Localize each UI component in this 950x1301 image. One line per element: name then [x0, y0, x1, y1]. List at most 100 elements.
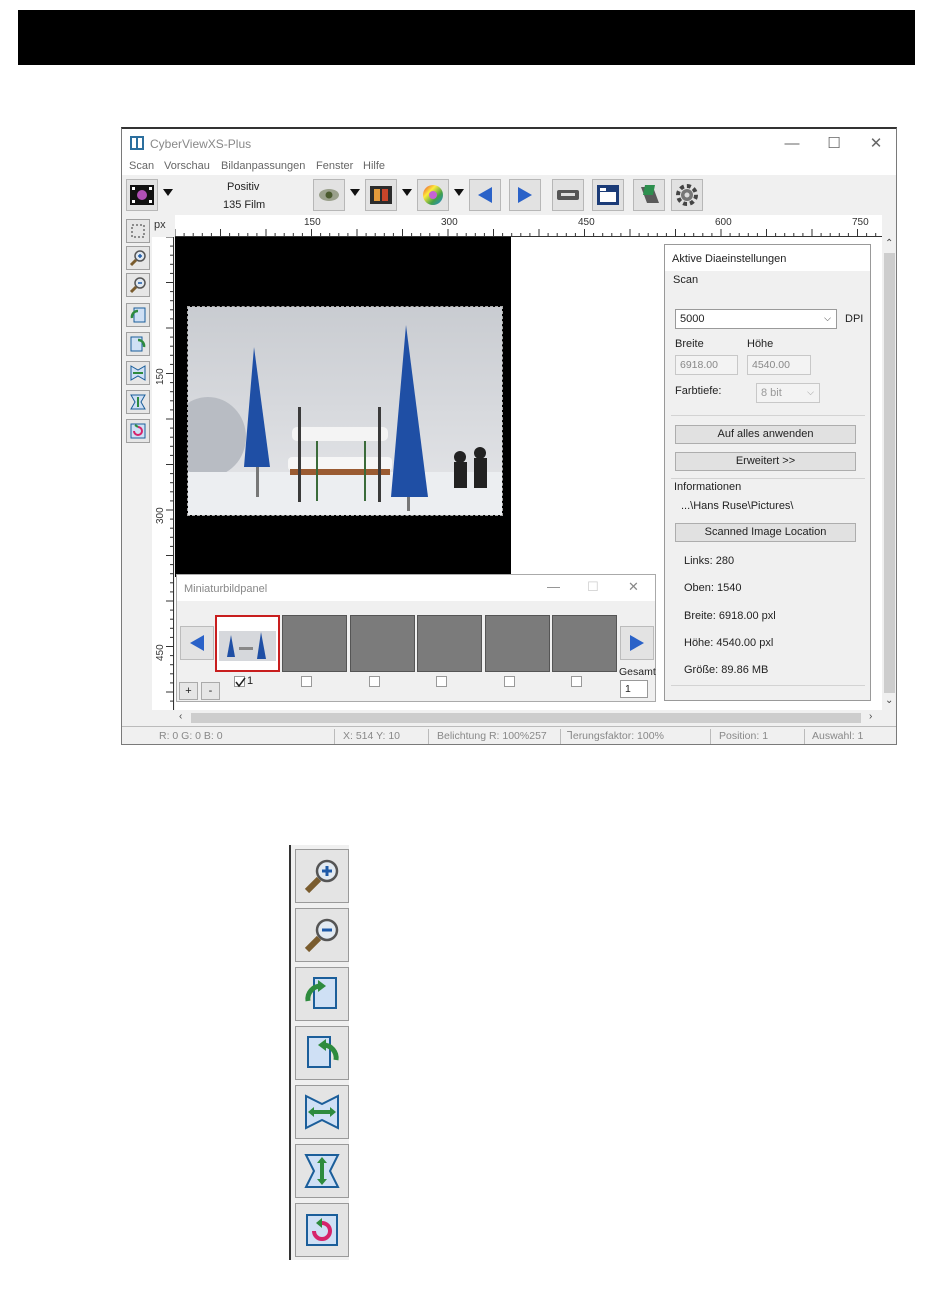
rotate-right-button-large[interactable]: [295, 1026, 349, 1080]
frame-1-number: 1: [247, 675, 254, 687]
horizontal-scroll-thumb[interactable]: [191, 713, 861, 723]
thumbnail-prev-button[interactable]: [180, 626, 214, 660]
zoom-in-button-large[interactable]: [295, 849, 349, 903]
information-section-label: Informationen: [674, 481, 742, 493]
vertical-ruler-ticks: [166, 237, 174, 702]
left-tool-column: [122, 215, 152, 735]
close-button[interactable]: ✕: [856, 133, 896, 155]
eject-button[interactable]: [552, 179, 584, 211]
zoom-out-button-large[interactable]: [295, 908, 349, 962]
panel-maximize-icon[interactable]: ☐: [587, 579, 599, 595]
total-label: Gesamt: [619, 666, 656, 678]
maximize-button[interactable]: ☐: [814, 133, 854, 155]
minimize-button[interactable]: —: [772, 133, 812, 155]
preview-button[interactable]: [313, 179, 345, 211]
height-field[interactable]: 4540.00: [747, 355, 811, 375]
app-window: CyberViewXS-Plus — ☐ ✕ Scan Vorschau Bil…: [121, 127, 897, 745]
width-label: Breite: [675, 338, 704, 350]
menu-fenster[interactable]: Fenster: [316, 160, 353, 172]
rotate-right-icon: [130, 336, 146, 352]
preview-image[interactable]: [187, 306, 503, 516]
scroll-left-icon[interactable]: ‹: [179, 711, 182, 722]
rotate-left-button-large[interactable]: [295, 967, 349, 1021]
horizontal-ruler-ticks: [175, 229, 877, 237]
selection-tool-button[interactable]: [126, 219, 150, 243]
arrow-right-icon: [630, 635, 644, 651]
film-strip-dropdown-icon[interactable]: [402, 189, 412, 196]
menu-hilfe[interactable]: Hilfe: [363, 160, 385, 172]
status-divider: [804, 729, 805, 744]
frame-2-checkbox[interactable]: [301, 676, 312, 687]
film-type-button[interactable]: [126, 179, 158, 211]
flip-horizontal-button[interactable]: [126, 361, 150, 385]
flip-horizontal-icon: [305, 1094, 339, 1130]
frame-1-checkbox[interactable]: [234, 676, 246, 688]
panel-minimize-icon[interactable]: —: [547, 579, 560, 594]
eye-icon: [319, 189, 339, 201]
batch-scan-button[interactable]: [633, 179, 665, 211]
panel-close-button[interactable]: ✕: [628, 579, 639, 595]
menu-bar: Scan Vorschau Bildanpassungen Fenster Hi…: [122, 159, 896, 175]
film-type-dropdown-icon[interactable]: [163, 189, 173, 196]
previous-frame-button[interactable]: [469, 179, 501, 211]
save-path-text: ...\Hans Ruse\Pictures\: [681, 500, 794, 512]
width-field[interactable]: 6918.00: [675, 355, 738, 375]
flip-vertical-icon: [304, 1154, 340, 1188]
preview-dropdown-icon[interactable]: [350, 189, 360, 196]
color-adjust-dropdown-icon[interactable]: [454, 189, 464, 196]
vertical-scrollbar[interactable]: ⌃ ⌄: [882, 237, 896, 710]
reset-button[interactable]: [126, 419, 150, 443]
apply-to-all-button[interactable]: Auf alles anwenden: [675, 425, 856, 444]
checkmark-icon: [235, 677, 246, 688]
frame-4-checkbox[interactable]: [436, 676, 447, 687]
scroll-up-icon[interactable]: ⌃: [885, 238, 893, 249]
active-slide-settings-panel: Aktive Diaeinstellungen Scan 5000 ⌵ DPI …: [664, 244, 871, 701]
color-adjust-button[interactable]: [417, 179, 449, 211]
dpi-select[interactable]: 5000 ⌵: [675, 309, 837, 329]
menu-bildanpassungen[interactable]: Bildanpassungen: [221, 160, 305, 172]
settings-panel-header: Aktive Diaeinstellungen: [665, 245, 870, 271]
add-frame-button[interactable]: +: [179, 682, 198, 700]
settings-button[interactable]: [671, 179, 703, 211]
ruler-tick-450: 450: [578, 217, 595, 228]
scroll-right-icon[interactable]: ›: [869, 711, 872, 722]
thumbnail-frame-2[interactable]: [282, 615, 347, 672]
thumbnail-panel-header: Miniaturbildpanel — ☐ ✕: [177, 575, 655, 601]
rotate-right-button[interactable]: [126, 332, 150, 356]
arrow-left-icon: [478, 187, 492, 203]
horizontal-scrollbar[interactable]: ‹ ›: [175, 710, 882, 725]
flip-vertical-button-large[interactable]: [295, 1144, 349, 1198]
reset-button-large[interactable]: [295, 1203, 349, 1257]
zoom-out-button[interactable]: [126, 273, 150, 297]
scan-button[interactable]: [592, 179, 624, 211]
scan-section-label: Scan: [673, 274, 699, 286]
thumbnail-next-button[interactable]: [620, 626, 654, 660]
frame-3-checkbox[interactable]: [369, 676, 380, 687]
menu-vorschau[interactable]: Vorschau: [164, 160, 210, 172]
frame-6-checkbox[interactable]: [571, 676, 582, 687]
film-strip-button[interactable]: [365, 179, 397, 211]
ruler-tick-600: 600: [715, 217, 732, 228]
thumbnail-frame-6[interactable]: [552, 615, 617, 672]
scan-image-icon: [597, 185, 619, 205]
thumbnail-frame-3[interactable]: [350, 615, 415, 672]
thumbnail-frame-5[interactable]: [485, 615, 550, 672]
advanced-button[interactable]: Erweitert >>: [675, 452, 856, 471]
flip-vertical-button[interactable]: [126, 390, 150, 414]
document-header-bar: [18, 10, 915, 65]
menu-scan[interactable]: Scan: [129, 160, 154, 172]
thumbnail-frame-4[interactable]: [417, 615, 482, 672]
flip-horizontal-button-large[interactable]: [295, 1085, 349, 1139]
frame-5-checkbox[interactable]: [504, 676, 515, 687]
rotate-left-button[interactable]: [126, 303, 150, 327]
ruler-tick-300: 300: [441, 217, 458, 228]
remove-frame-button[interactable]: -: [201, 682, 220, 700]
thumbnail-frame-1[interactable]: [215, 615, 280, 672]
next-frame-button[interactable]: [509, 179, 541, 211]
scanned-image-location-button[interactable]: Scanned Image Location: [675, 523, 856, 542]
zoom-in-button[interactable]: [126, 246, 150, 270]
total-count-field[interactable]: 1: [620, 680, 648, 698]
scroll-down-icon[interactable]: ⌄: [885, 695, 893, 706]
vertical-scroll-thumb[interactable]: [884, 253, 895, 693]
color-depth-select[interactable]: 8 bit ⌵: [756, 383, 820, 403]
